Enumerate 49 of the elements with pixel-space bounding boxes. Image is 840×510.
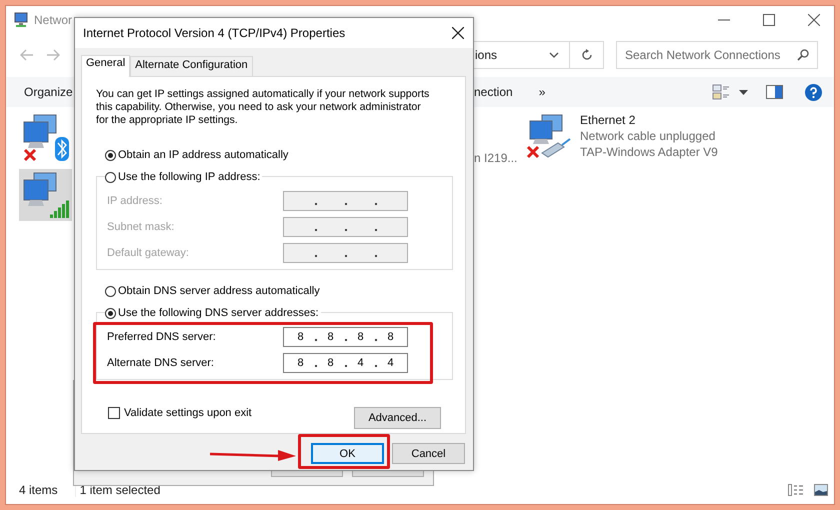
large-icons-view-icon[interactable] bbox=[814, 484, 828, 496]
close-icon[interactable] bbox=[808, 14, 820, 26]
refresh-icon bbox=[580, 49, 592, 61]
connection-status: Network cable unplugged bbox=[580, 129, 716, 143]
radio-icon[interactable] bbox=[105, 172, 116, 182]
radio-option[interactable]: Use the following IP address: bbox=[105, 169, 262, 185]
ip-address-field[interactable]: 8 8 4 4 bbox=[283, 353, 408, 373]
connection-description: n I219... bbox=[474, 151, 518, 165]
ip-address-field[interactable]: 8 8 8 8 bbox=[283, 327, 408, 347]
details-view-icon[interactable] bbox=[788, 484, 804, 496]
refresh-button[interactable] bbox=[570, 41, 604, 69]
chevron-icon[interactable] bbox=[549, 52, 559, 58]
window-title: Networ bbox=[34, 13, 72, 27]
help-icon[interactable] bbox=[805, 84, 822, 100]
tab[interactable]: Alternate Configuration bbox=[130, 56, 253, 76]
organize-menu[interactable]: Organize bbox=[24, 85, 73, 99]
intro-text: You can get IP settings assigned automatically if your network supports this capability. Otherwise, you need to ask your network administrator for the appropriate IP settings. bbox=[96, 88, 430, 127]
field-label: IP address: bbox=[107, 195, 162, 207]
field-label: Alternate DNS server: bbox=[107, 357, 214, 369]
adapter-name: TAP-Windows Adapter V9 bbox=[580, 145, 718, 159]
radio-option[interactable]: Obtain an IP address automatically bbox=[105, 147, 288, 163]
search-icon bbox=[797, 49, 809, 61]
advanced-button[interactable]: Advanced... bbox=[354, 407, 441, 429]
network-icon bbox=[13, 12, 29, 28]
radio-icon[interactable] bbox=[105, 286, 116, 296]
close-icon[interactable] bbox=[452, 27, 464, 39]
field-label: Subnet mask: bbox=[107, 221, 174, 233]
search-field[interactable]: Search Network Connections bbox=[616, 41, 818, 69]
field-label: Default gateway: bbox=[107, 247, 189, 259]
field-label: Preferred DNS server: bbox=[107, 331, 216, 343]
connection-item[interactable] bbox=[19, 169, 72, 221]
toolbar-command[interactable]: nection bbox=[474, 85, 513, 99]
view-options-icon[interactable] bbox=[712, 84, 730, 100]
more-commands-button[interactable]: » bbox=[538, 85, 546, 99]
item-count: 4 items bbox=[19, 483, 58, 497]
radio-icon[interactable] bbox=[105, 150, 116, 160]
cancel-button[interactable]: Cancel bbox=[392, 443, 465, 464]
radio-option[interactable]: Obtain DNS server address automatically bbox=[105, 283, 320, 299]
validate-checkbox[interactable]: Validate settings upon exit bbox=[108, 407, 252, 419]
connection-name: Ethernet 2 bbox=[580, 113, 636, 127]
checkbox-icon[interactable] bbox=[108, 407, 120, 419]
tab[interactable]: General bbox=[81, 55, 130, 77]
radio-icon[interactable] bbox=[105, 308, 116, 318]
preview-pane-icon[interactable] bbox=[766, 85, 783, 99]
dialog-title: Internet Protocol Version 4 (TCP/IPv4) Properties bbox=[83, 26, 346, 40]
maximize-icon[interactable] bbox=[763, 14, 775, 26]
radio-option[interactable]: Use the following DNS server addresses: bbox=[105, 305, 321, 321]
ok-button[interactable]: OK bbox=[311, 443, 384, 464]
caret-icon[interactable] bbox=[739, 90, 748, 94]
